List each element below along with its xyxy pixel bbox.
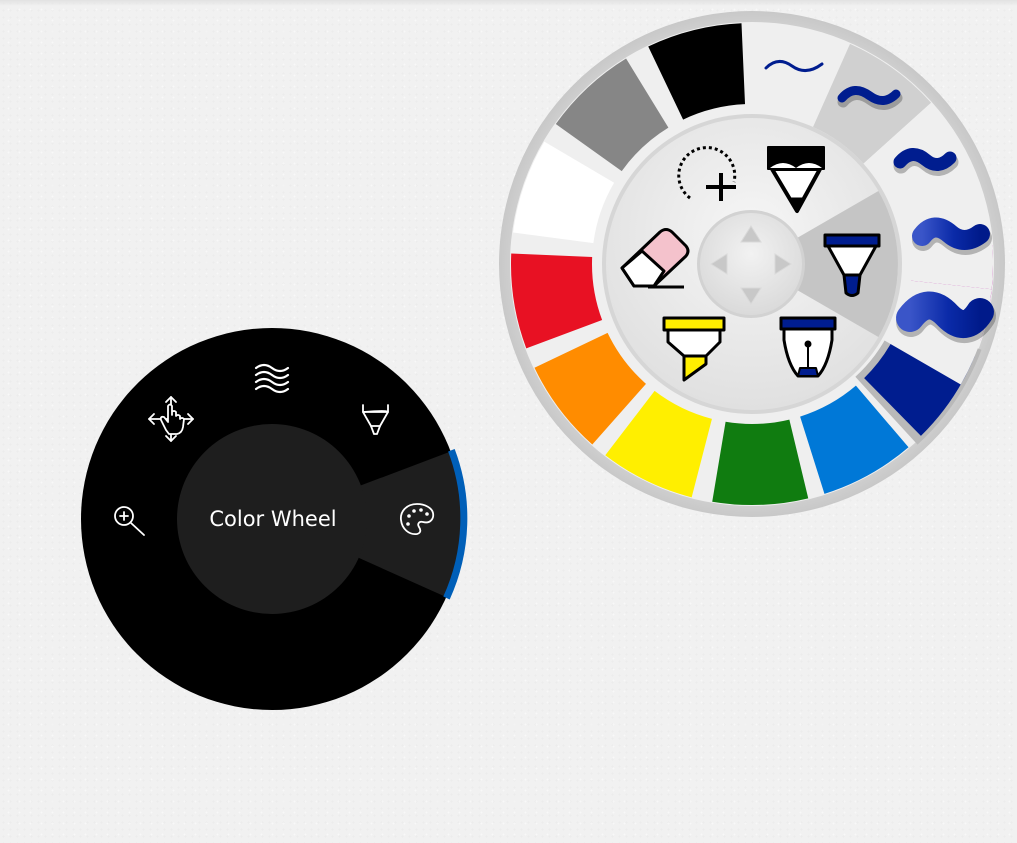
drawing-surface: Color Wheel	[81, 11, 1005, 710]
stroke-size-sample-size-4	[912, 217, 990, 250]
radial-menu-center-label: Color Wheel	[209, 507, 336, 531]
stroke-size-sample-size-5	[896, 291, 994, 338]
stroke-size-sample-size-3	[893, 148, 957, 171]
color-wheel-palette	[499, 11, 1005, 517]
radial-menu: Color Wheel	[81, 328, 468, 710]
